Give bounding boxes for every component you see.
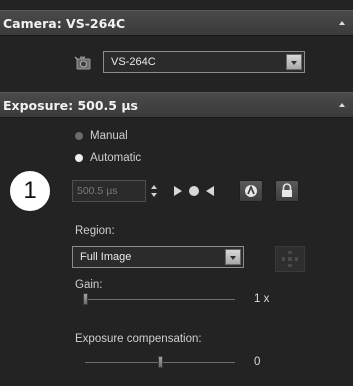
roi-target-icon (282, 251, 298, 267)
exposure-section-header[interactable]: Exposure: 500.5 µs (0, 92, 353, 118)
radio-manual-label: Manual (90, 130, 128, 142)
collapse-arrow-icon[interactable] (339, 21, 345, 25)
region-select-value: Full Image (80, 251, 132, 263)
auto-exposure-button[interactable] (239, 180, 263, 202)
exposure-spinner[interactable] (148, 180, 160, 202)
gain-slider-thumb[interactable] (83, 293, 88, 305)
lock-button[interactable] (275, 180, 299, 202)
camera-select-value: VS-264C (111, 56, 156, 68)
camera-settings-panel: Camera: VS-264C VS-264C Exposure: 500.5 … (0, 0, 353, 386)
radio-on-icon[interactable] (75, 154, 83, 162)
camera-section-header[interactable]: Camera: VS-264C (0, 10, 353, 36)
camera-select[interactable]: VS-264C (103, 51, 305, 73)
spin-up-icon[interactable] (151, 185, 157, 189)
auto-exposure-icon (245, 184, 257, 197)
camera-icon (74, 56, 91, 70)
radio-automatic-label: Automatic (90, 152, 142, 164)
exposure-section-title: Exposure: 500.5 µs (3, 98, 138, 113)
region-select[interactable]: Full Image (72, 246, 244, 268)
gain-label: Gain: (75, 279, 103, 291)
camera-section-title: Camera: VS-264C (3, 16, 126, 31)
chevron-down-icon[interactable] (286, 54, 302, 70)
region-roi-button[interactable] (275, 246, 305, 272)
chevron-down-icon[interactable] (225, 249, 241, 265)
collapse-arrow-icon[interactable] (339, 103, 345, 107)
callout-marker: 1 (9, 170, 51, 212)
region-label: Region: (75, 225, 115, 237)
auto-target-icon (174, 186, 214, 196)
exposure-compensation-slider-thumb[interactable] (158, 356, 163, 368)
gain-value: 1 x (254, 293, 270, 305)
exposure-compensation-label: Exposure compensation: (75, 333, 202, 345)
lock-icon (282, 183, 292, 197)
exposure-value-input[interactable]: 500.5 µs (72, 180, 146, 202)
radio-off-icon[interactable] (75, 132, 83, 140)
spin-down-icon[interactable] (151, 193, 157, 197)
gain-slider-track[interactable] (85, 299, 235, 300)
exposure-compensation-value: 0 (254, 356, 261, 368)
